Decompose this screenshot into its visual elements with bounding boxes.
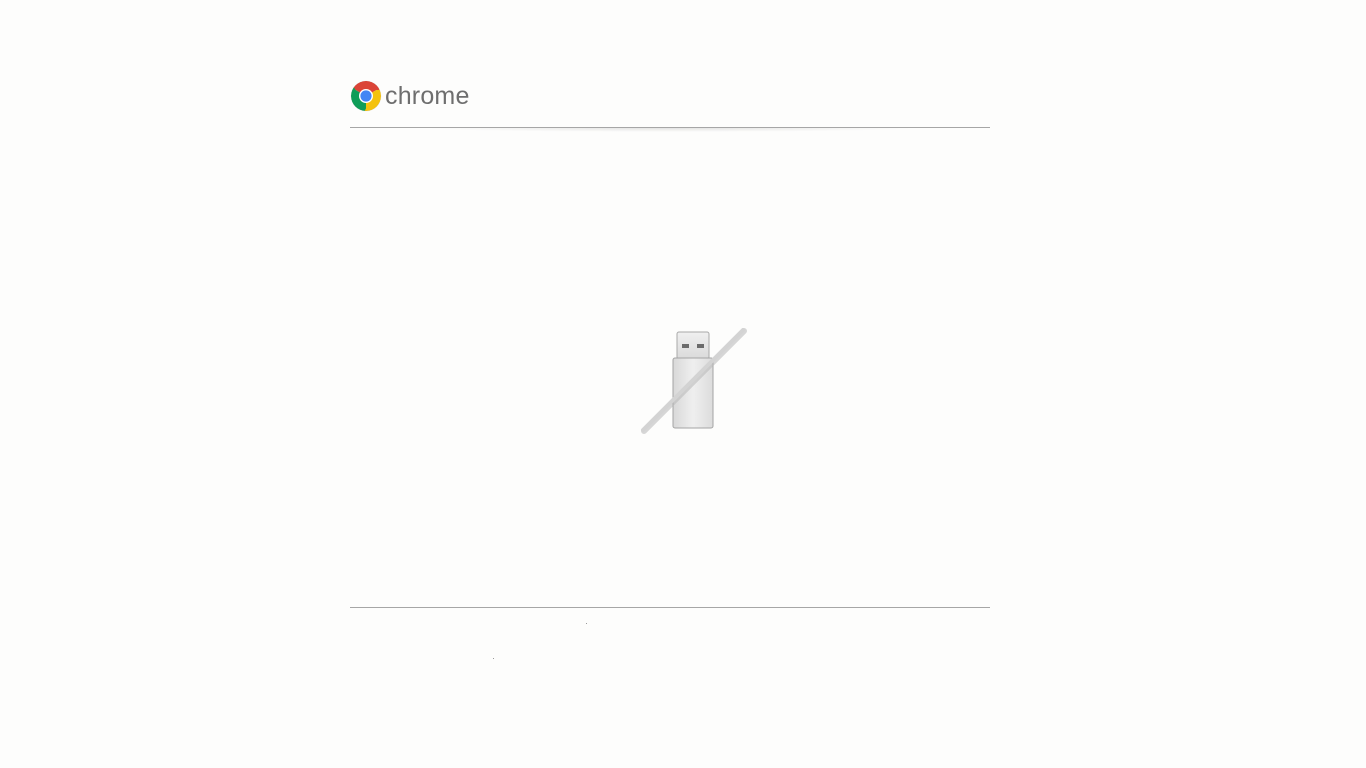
footer-dot xyxy=(493,658,494,659)
footer xyxy=(350,608,990,668)
usb-drive-disabled-icon xyxy=(641,328,747,434)
footer-dot xyxy=(586,623,587,624)
brand-name: chrome xyxy=(385,82,470,110)
header: chrome xyxy=(350,78,990,114)
recovery-screen: chrome xyxy=(0,0,1366,768)
main-content xyxy=(350,128,990,607)
chrome-logo-icon xyxy=(350,80,382,112)
